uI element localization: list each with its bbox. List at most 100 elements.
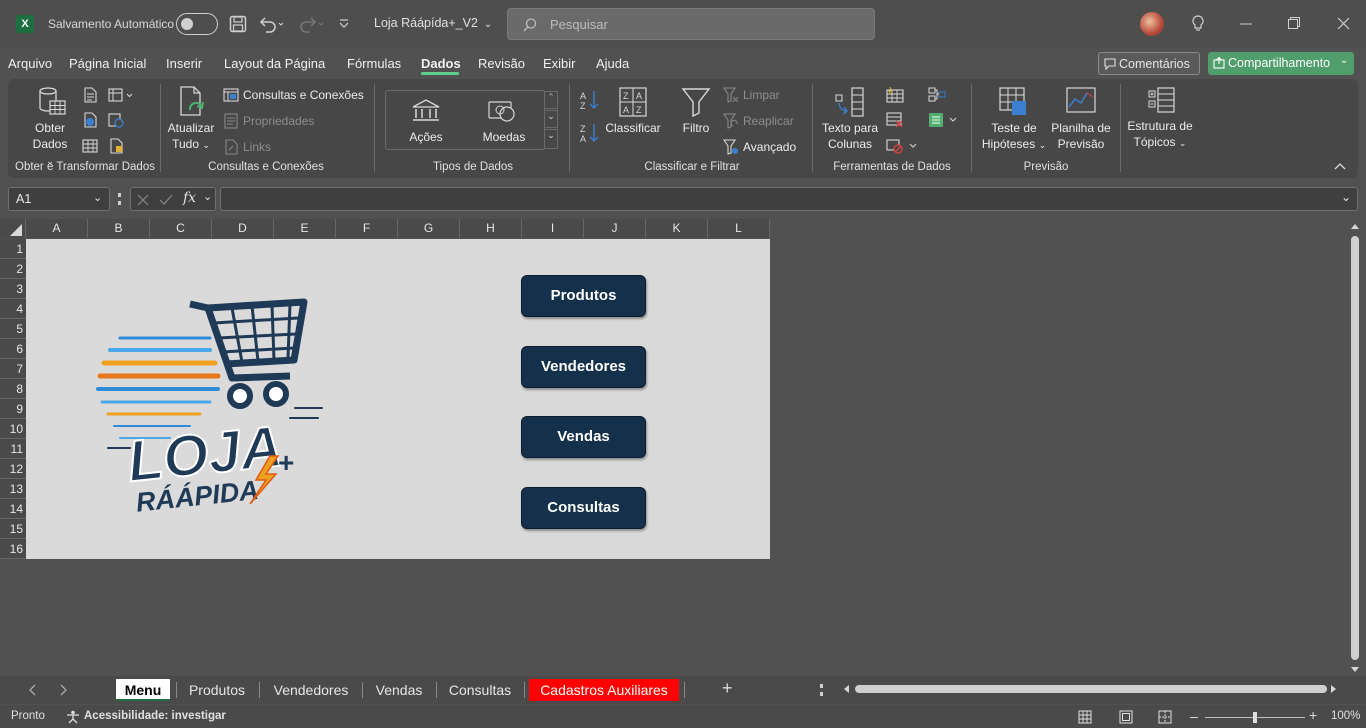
vertical-scrollbar[interactable] [1348,222,1362,676]
autosave-toggle[interactable] [176,13,218,35]
outline-button[interactable]: Estrutura de Tópicos ⌄ [1124,118,1196,151]
comments-button[interactable]: Comentários [1098,52,1200,75]
user-avatar[interactable] [1140,12,1164,36]
tab-cadastros-auxiliares[interactable]: Cadastros Auxiliares [529,679,679,701]
tab-produtos[interactable]: Produtos [180,679,254,701]
select-all-corner[interactable] [0,219,26,238]
redo-icon[interactable] [298,15,324,33]
remove-duplicates-icon[interactable] [886,112,904,128]
accessibility-status[interactable]: Acessibilidade: investigar [84,710,226,722]
collapse-ribbon-icon[interactable] [1334,162,1346,170]
tab-menu[interactable]: Menu [116,679,170,701]
page-break-view-icon[interactable] [1158,710,1172,724]
from-table-icon[interactable] [82,138,98,154]
text-to-columns-button[interactable]: Texto para Colunas [820,120,880,152]
insert-function-icon[interactable]: fx [183,190,196,206]
tab-vendas[interactable]: Vendas [366,679,432,701]
column-header-a[interactable]: A [26,219,88,238]
advanced-button[interactable]: Avançado [743,140,796,154]
sort-button[interactable]: Classificar [604,120,662,136]
close-icon[interactable] [1337,17,1350,30]
produtos-button[interactable]: Produtos [521,275,646,317]
menu-exibir[interactable]: Exibir [543,56,576,71]
forecast-sheet-button[interactable]: Planilha de Previsão [1049,120,1113,152]
manage-data-model-icon[interactable] [928,112,958,128]
undo-icon[interactable] [258,15,284,33]
stocks-button[interactable]: Ações [400,129,452,145]
row-header-12[interactable]: 12 [0,459,26,479]
from-text-icon[interactable] [82,87,98,103]
scroll-up-icon[interactable] [1350,222,1360,230]
more-options-icon[interactable] [820,684,823,696]
tab-vendedores[interactable]: Vendedores [264,679,358,701]
row-header-13[interactable]: 13 [0,479,26,499]
row-header-4[interactable]: 4 [0,299,26,319]
restore-icon[interactable] [1288,17,1300,29]
consolidate-icon[interactable] [928,87,946,103]
enter-icon[interactable] [159,194,173,206]
expand-formula-icon[interactable]: ⌄ [1341,190,1351,204]
add-sheet-button[interactable]: + [722,678,733,699]
row-header-9[interactable]: 9 [0,399,26,419]
row-header-11[interactable]: 11 [0,439,26,459]
scroll-down-icon[interactable] [1350,666,1360,674]
zoom-out-button[interactable]: – [1190,708,1198,724]
formula-input[interactable]: ⌄ [220,187,1358,211]
consultas-button[interactable]: Consultas [521,487,646,529]
next-sheet-icon[interactable] [59,684,69,696]
column-header-c[interactable]: C [150,219,212,238]
row-header-10[interactable]: 10 [0,419,26,439]
reapply-button[interactable]: Reaplicar [743,114,794,128]
customize-toolbar-icon[interactable] [338,17,350,29]
column-header-d[interactable]: D [212,219,274,238]
what-if-button[interactable]: Teste de Hipóteses ⌄ [978,120,1050,153]
refresh-all-button[interactable]: Atualizar Tudo ⌄ [166,120,216,153]
properties-button[interactable]: Propriedades [243,114,314,128]
zoom-slider-thumb[interactable] [1253,712,1257,723]
row-header-5[interactable]: 5 [0,319,26,339]
gallery-scroll-up-icon[interactable]: ⌃ [544,91,558,109]
column-header-i[interactable]: I [522,219,584,238]
more-options-icon[interactable] [118,193,121,205]
links-button[interactable]: Links [243,140,271,154]
column-header-k[interactable]: K [646,219,708,238]
horizontal-scrollbar[interactable] [840,682,1340,696]
column-header-e[interactable]: E [274,219,336,238]
sort-az-icon[interactable]: AZ [579,89,601,111]
queries-connections-button[interactable]: Consultas e Conexões [243,88,364,102]
normal-view-icon[interactable] [1078,710,1092,724]
file-name[interactable]: Loja Ráápída+_V2 ⌄ [374,16,492,30]
column-header-l[interactable]: L [708,219,770,238]
row-header-3[interactable]: 3 [0,279,26,299]
row-header-6[interactable]: 6 [0,339,26,359]
menu-formulas[interactable]: Fórmulas [347,56,401,71]
lightbulb-icon[interactable] [1191,14,1205,34]
name-box[interactable]: A1 ⌄ [8,187,110,211]
zoom-in-button[interactable]: + [1309,707,1317,723]
currencies-button[interactable]: Moedas [478,129,530,145]
save-icon[interactable] [229,15,247,33]
vendas-button[interactable]: Vendas [521,416,646,458]
row-header-8[interactable]: 8 [0,379,26,399]
from-web-icon[interactable] [82,112,98,128]
gallery-more-icon[interactable]: ⌄ [544,129,558,149]
menu-arquivo[interactable]: Arquivo [8,56,52,71]
clear-button[interactable]: Limpar [743,88,780,102]
row-header-14[interactable]: 14 [0,499,26,519]
page-layout-view-icon[interactable] [1119,710,1133,724]
previous-sheet-icon[interactable] [27,684,37,696]
vertical-scroll-thumb[interactable] [1351,236,1359,660]
row-header-1[interactable]: 1 [0,239,26,259]
row-header-7[interactable]: 7 [0,359,26,379]
recent-sources-icon[interactable] [108,87,134,103]
column-header-g[interactable]: G [398,219,460,238]
menu-revisao[interactable]: Revisão [478,56,525,71]
horizontal-scroll-thumb[interactable] [855,685,1327,693]
menu-pagina-inicial[interactable]: Página Inicial [69,56,146,71]
zoom-level[interactable]: 100% [1331,710,1360,722]
menu-ajuda[interactable]: Ajuda [596,56,629,71]
share-button[interactable]: Compartilhamento ⌄ [1208,52,1354,75]
row-header-15[interactable]: 15 [0,519,26,539]
minimize-icon[interactable] [1240,23,1252,25]
menu-dados[interactable]: Dados [421,56,461,71]
